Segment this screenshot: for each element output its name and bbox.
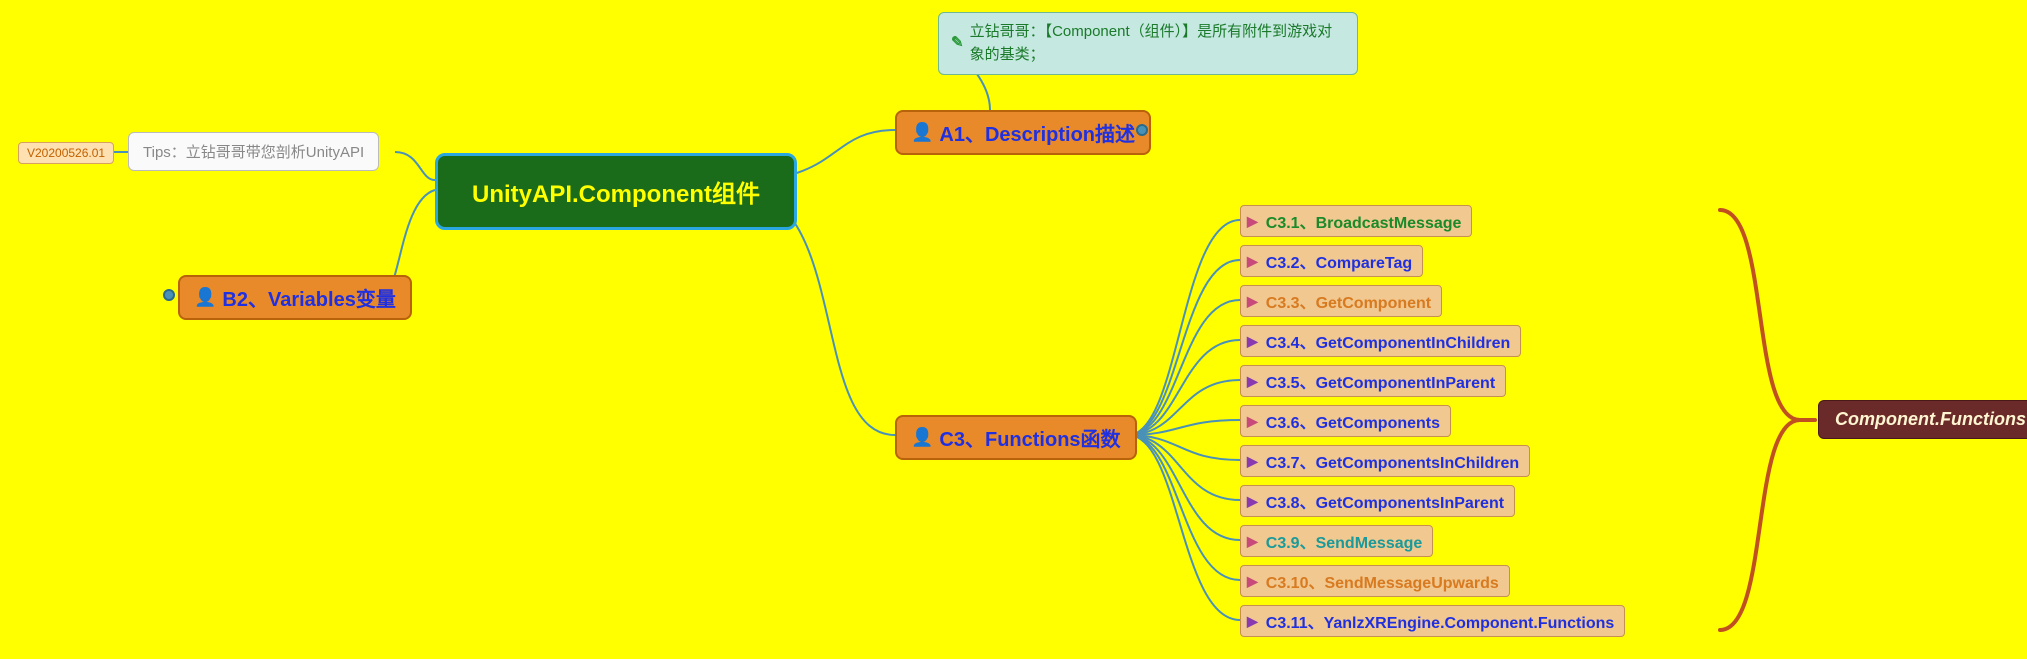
person-icon: 👤	[911, 122, 933, 143]
function-label: C3.1、BroadcastMessage	[1266, 209, 1462, 233]
function-item[interactable]: ▶ C3.7、GetComponentsInChildren	[1240, 445, 1530, 477]
function-label: C3.10、SendMessageUpwards	[1266, 569, 1499, 593]
summary-text: Component.Functions	[1835, 409, 2026, 430]
root-text: UnityAPI.Component组件	[472, 174, 760, 209]
flag-icon: ▶	[1247, 453, 1258, 470]
person-icon: 👤	[911, 427, 933, 448]
a1-text: A1、Description描述	[939, 118, 1135, 147]
flag-icon: ▶	[1247, 253, 1258, 270]
topic-c3[interactable]: 👤 C3、Functions函数	[895, 415, 1137, 460]
note-node[interactable]: ✎ 立钻哥哥：【Component（组件）】是所有附件到游戏对象的基类；	[938, 12, 1358, 75]
flag-icon: ▶	[1247, 213, 1258, 230]
flag-icon: ▶	[1247, 413, 1258, 430]
function-label: C3.9、SendMessage	[1266, 529, 1423, 553]
function-item[interactable]: ▶ C3.5、GetComponentInParent	[1240, 365, 1506, 397]
version-text: V20200526.01	[27, 146, 105, 160]
function-item[interactable]: ▶ C3.1、BroadcastMessage	[1240, 205, 1472, 237]
note-text: 立钻哥哥：【Component（组件）】是所有附件到游戏对象的基类；	[970, 21, 1345, 66]
connector-dot[interactable]	[163, 289, 175, 301]
function-item[interactable]: ▶ C3.6、GetComponents	[1240, 405, 1451, 437]
version-badge: V20200526.01	[18, 142, 114, 164]
c3-text: C3、Functions函数	[939, 423, 1120, 452]
flag-icon: ▶	[1247, 533, 1258, 550]
flag-icon: ▶	[1247, 293, 1258, 310]
topic-a1[interactable]: 👤 A1、Description描述	[895, 110, 1151, 155]
flag-icon: ▶	[1247, 573, 1258, 590]
function-item[interactable]: ▶ C3.4、GetComponentInChildren	[1240, 325, 1521, 357]
function-item[interactable]: ▶ C3.2、CompareTag	[1240, 245, 1423, 277]
summary-node[interactable]: Component.Functions	[1818, 400, 2027, 439]
flag-icon: ▶	[1247, 493, 1258, 510]
flag-icon: ▶	[1247, 373, 1258, 390]
function-label: C3.3、GetComponent	[1266, 289, 1431, 313]
connector-dot[interactable]	[1136, 124, 1148, 136]
root-node[interactable]: UnityAPI.Component组件	[435, 153, 797, 230]
note-icon: ✎	[951, 32, 964, 55]
person-icon: 👤	[194, 287, 216, 308]
function-label: C3.4、GetComponentInChildren	[1266, 329, 1510, 353]
b2-text: B2、Variables变量	[222, 283, 395, 312]
function-label: C3.8、GetComponentsInParent	[1266, 489, 1504, 513]
flag-icon: ▶	[1247, 613, 1258, 630]
function-item[interactable]: ▶ C3.9、SendMessage	[1240, 525, 1433, 557]
function-item[interactable]: ▶ C3.3、GetComponent	[1240, 285, 1442, 317]
tips-node[interactable]: Tips：立钻哥哥带您剖析UnityAPI	[128, 132, 379, 171]
topic-b2[interactable]: 👤 B2、Variables变量	[178, 275, 412, 320]
tips-text: Tips：立钻哥哥带您剖析UnityAPI	[143, 141, 364, 162]
function-label: C3.5、GetComponentInParent	[1266, 369, 1495, 393]
function-label: C3.11、YanlzXREngine.Component.Functions	[1266, 609, 1615, 633]
function-label: C3.6、GetComponents	[1266, 409, 1440, 433]
function-label: C3.7、GetComponentsInChildren	[1266, 449, 1519, 473]
function-label: C3.2、CompareTag	[1266, 249, 1412, 273]
function-item[interactable]: ▶ C3.11、YanlzXREngine.Component.Functions	[1240, 605, 1625, 637]
flag-icon: ▶	[1247, 333, 1258, 350]
function-item[interactable]: ▶ C3.8、GetComponentsInParent	[1240, 485, 1515, 517]
function-item[interactable]: ▶ C3.10、SendMessageUpwards	[1240, 565, 1510, 597]
